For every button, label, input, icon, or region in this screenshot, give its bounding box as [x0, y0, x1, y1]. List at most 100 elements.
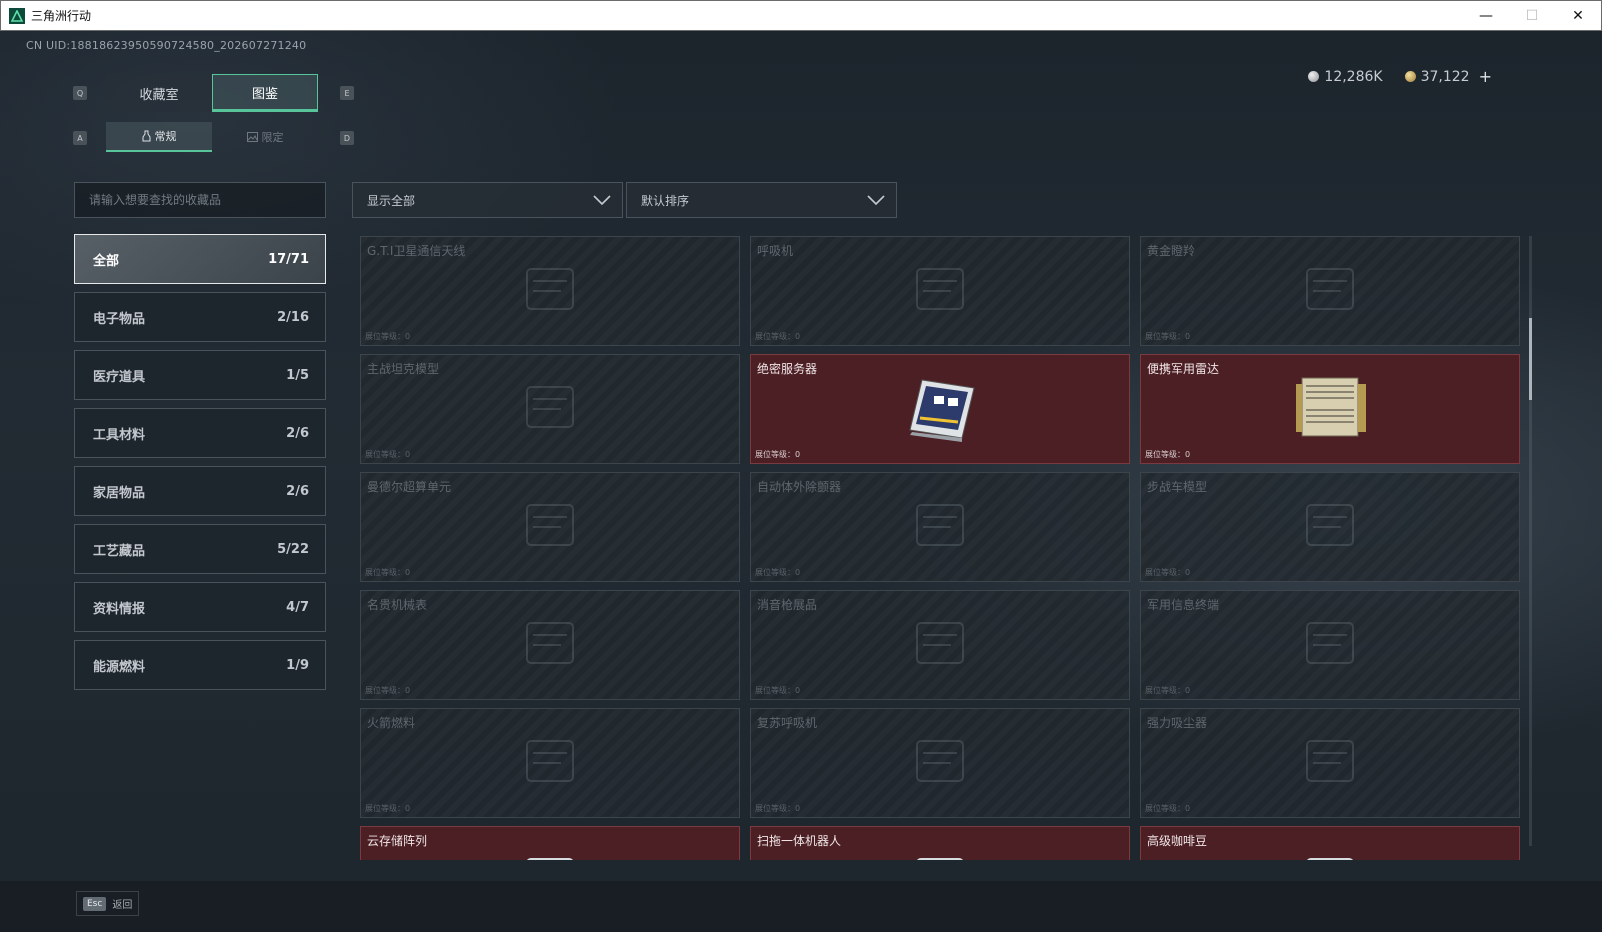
collection-item-card[interactable]: 消音枪展品展位等级：0	[750, 590, 1130, 700]
category-energy[interactable]: 能源燃料 1/9	[74, 640, 326, 690]
item-display-level: 展位等级：0	[1145, 804, 1191, 813]
maximize-button[interactable]: ☐	[1509, 1, 1555, 31]
item-name: 绝密服务器	[757, 362, 818, 376]
item-name: 扫拖一体机器人	[757, 834, 842, 848]
back-label: 返回	[112, 900, 133, 911]
collection-search-input[interactable]	[74, 182, 326, 218]
app-logo-icon	[9, 7, 25, 24]
category-intel[interactable]: 资料情报 4/7	[74, 582, 326, 632]
watch-icon	[515, 613, 585, 677]
item-name: 军用信息终端	[1147, 598, 1220, 612]
collection-item-card[interactable]: 便携军用雷达 展位等级：0	[1140, 354, 1520, 464]
gazelle-statue-icon	[1295, 259, 1365, 323]
collection-item-card[interactable]: 名贵机械表展位等级：0	[360, 590, 740, 700]
category-all[interactable]: 全部 17/71	[74, 234, 326, 284]
game-area: CN UID:18818623950590724580_202607271240…	[0, 31, 1602, 932]
item-name: 高级咖啡豆	[1147, 834, 1208, 848]
item-display-level: 展位等级：0	[755, 332, 801, 341]
robot-vacuum-icon	[905, 849, 975, 860]
collection-item-card[interactable]: 主战坦克模型 展位等级：0	[360, 354, 740, 464]
collection-item-card[interactable]: 复苏呼吸机展位等级：0	[750, 708, 1130, 818]
category-count: 2/6	[286, 483, 309, 499]
sort-dropdown[interactable]: 默认排序	[626, 182, 897, 218]
window-titlebar: 三角洲行动 — ☐ ✕	[0, 0, 1602, 31]
category-count: 1/5	[286, 367, 309, 383]
key-hint-a: A	[73, 131, 87, 145]
category-label: 全部	[93, 253, 120, 269]
minimize-button[interactable]: —	[1463, 1, 1509, 31]
category-medical[interactable]: 医疗道具 1/5	[74, 350, 326, 400]
category-count: 2/6	[286, 425, 309, 441]
radar-icon	[1288, 370, 1372, 448]
collection-item-card[interactable]: 火箭燃料展位等级：0	[360, 708, 740, 818]
chevron-down-icon	[867, 195, 885, 206]
item-display-level: 展位等级：0	[365, 332, 411, 341]
category-tools[interactable]: 工具材料 2/6	[74, 408, 326, 458]
item-name: G.T.I卫星通信天线	[367, 244, 466, 258]
collection-item-card[interactable]: 呼吸机 展位等级：0	[750, 236, 1130, 346]
back-button[interactable]: Esc 返回	[76, 891, 140, 916]
tab-regular[interactable]: 常规	[106, 122, 212, 152]
item-name: 名贵机械表	[367, 598, 428, 612]
image-icon	[246, 132, 258, 142]
category-label: 电子物品	[93, 311, 146, 327]
key-hint-d: D	[340, 131, 354, 145]
terminal-icon	[1295, 613, 1365, 677]
collection-item-card[interactable]: 强力吸尘器 展位等级：0	[1140, 708, 1520, 818]
tab-codex[interactable]: 图鉴	[212, 74, 318, 112]
item-grid-viewport: G.T.I卫星通信天线 展位等级：0 呼吸机 展位等级：0 黄金瞪羚 展位等级：0 主战坦克…	[360, 236, 1523, 860]
gold-currency: 37,122 +	[1404, 67, 1492, 86]
item-name: 火箭燃料	[367, 716, 416, 730]
collection-item-card[interactable]: 曼德尔超算单元 展位等级：0	[360, 472, 740, 582]
item-name: 复苏呼吸机	[757, 716, 818, 730]
item-display-level: 展位等级：0	[1145, 686, 1191, 695]
chevron-down-icon	[593, 195, 611, 206]
category-count: 4/7	[286, 599, 309, 615]
collection-item-card[interactable]: 扫拖一体机器人展位等级：0	[750, 826, 1130, 860]
item-display-level: 展位等级：0	[755, 450, 801, 459]
user-uid: CN UID:18818623950590724580_202607271240	[26, 39, 307, 52]
close-button[interactable]: ✕	[1555, 1, 1601, 31]
rifle-icon	[905, 613, 975, 677]
grid-scrollbar-thumb[interactable]	[1529, 318, 1532, 400]
item-display-level: 展位等级：0	[365, 686, 411, 695]
bottle-icon	[142, 130, 150, 142]
collection-item-card[interactable]: 自动体外除颤器 展位等级：0	[750, 472, 1130, 582]
item-name: 云存储阵列	[367, 834, 428, 848]
tank-model-icon	[515, 377, 585, 441]
tab-collection-room[interactable]: 收藏室	[106, 74, 212, 112]
ifv-model-icon	[1295, 495, 1365, 559]
category-label: 医疗道具	[93, 369, 146, 385]
collection-item-card[interactable]: 云存储阵列展位等级：0	[360, 826, 740, 860]
item-display-level: 展位等级：0	[1145, 568, 1191, 577]
top-tabs: 收藏室 图鉴	[106, 74, 318, 112]
silver-currency: 12,286K	[1308, 69, 1383, 85]
ventilator-icon	[905, 259, 975, 323]
currency-bar: 12,286K 37,122 +	[1308, 67, 1492, 86]
item-display-level: 展位等级：0	[755, 686, 801, 695]
vacuum-icon	[1295, 731, 1365, 795]
item-display-level: 展位等级：0	[365, 804, 411, 813]
tab-limited-label: 限定	[261, 131, 284, 144]
category-household[interactable]: 家居物品 2/6	[74, 466, 326, 516]
item-name: 黄金瞪羚	[1147, 244, 1196, 258]
collection-item-card[interactable]: 军用信息终端展位等级：0	[1140, 590, 1520, 700]
item-name: 消音枪展品	[757, 598, 818, 612]
collection-item-card[interactable]: 高级咖啡豆展位等级：0	[1140, 826, 1520, 860]
filter-dropdown[interactable]: 显示全部	[352, 182, 623, 218]
item-display-level: 展位等级：0	[755, 568, 801, 577]
category-crafts[interactable]: 工艺藏品 5/22	[74, 524, 326, 574]
collection-item-card[interactable]: 黄金瞪羚 展位等级：0	[1140, 236, 1520, 346]
tab-regular-label: 常规	[154, 130, 177, 143]
category-count: 1/9	[286, 657, 309, 673]
add-currency-button[interactable]: +	[1479, 67, 1492, 86]
item-display-level: 展位等级：0	[755, 804, 801, 813]
collection-item-card[interactable]: G.T.I卫星通信天线展位等级：0	[360, 236, 740, 346]
collection-item-card[interactable]: 绝密服务器展位等级：0	[750, 354, 1130, 464]
category-label: 资料情报	[93, 601, 146, 617]
category-electronics[interactable]: 电子物品 2/16	[74, 292, 326, 342]
tab-limited[interactable]: 限定	[212, 122, 318, 152]
collection-item-card[interactable]: 步战车模型 展位等级：0	[1140, 472, 1520, 582]
item-grid: G.T.I卫星通信天线 展位等级：0 呼吸机 展位等级：0 黄金瞪羚 展位等级：0 主战坦克…	[360, 236, 1523, 860]
silver-coin-icon	[1308, 71, 1320, 82]
